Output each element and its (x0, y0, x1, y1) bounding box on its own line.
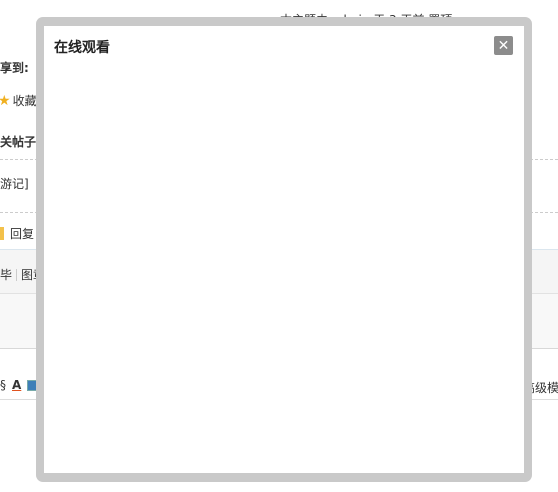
related-posts-heading: 关帖子 (0, 135, 37, 149)
star-icon: ★ (0, 92, 11, 109)
toolbar-separator (16, 268, 18, 281)
reply-label: 回复 (10, 227, 35, 241)
favorite-label: 收藏 (12, 94, 37, 108)
reply-button[interactable]: 回复 (0, 225, 34, 242)
format-toolbar: § A (0, 378, 39, 392)
toolbar-item[interactable]: 毕 (0, 266, 12, 283)
link-icon[interactable]: § (0, 378, 6, 392)
reply-icon (0, 227, 4, 240)
related-post-link[interactable]: 游记]【 (0, 175, 41, 192)
modal-content (44, 26, 524, 473)
close-icon: ✕ (497, 37, 510, 54)
font-color-icon[interactable]: A (12, 378, 21, 392)
share-label: 享到: (0, 61, 29, 75)
modal-title: 在线观看 (54, 40, 110, 56)
close-button[interactable]: ✕ (494, 36, 513, 55)
